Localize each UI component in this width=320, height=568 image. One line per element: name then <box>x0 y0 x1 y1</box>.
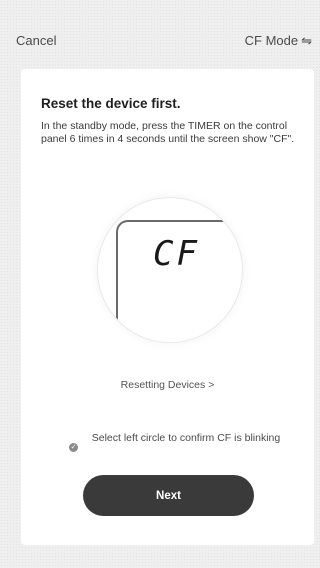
cf-mode-toggle[interactable]: CF Mode ⇋ <box>245 33 312 49</box>
top-bar: Cancel CF Mode ⇋ <box>0 0 318 50</box>
device-display-illustration: CF <box>97 197 243 343</box>
instruction-card: Reset the device first. In the standby m… <box>21 69 314 545</box>
next-button[interactable]: Next <box>83 475 254 516</box>
instruction-text: In the standby mode, press the TIMER on … <box>41 120 295 145</box>
check-icon: ✓ <box>70 444 77 451</box>
cancel-button[interactable]: Cancel <box>16 33 56 49</box>
confirm-checkbox[interactable]: ✓ <box>69 443 78 452</box>
switch-arrows-icon: ⇋ <box>301 33 312 48</box>
page-title: Reset the device first. <box>41 96 181 111</box>
confirm-label: Select left circle to confirm CF is blin… <box>91 432 281 444</box>
mode-label: CF Mode <box>244 33 299 48</box>
resetting-devices-link[interactable]: Resetting Devices > <box>21 378 314 392</box>
display-cf-text: CF <box>153 234 200 274</box>
